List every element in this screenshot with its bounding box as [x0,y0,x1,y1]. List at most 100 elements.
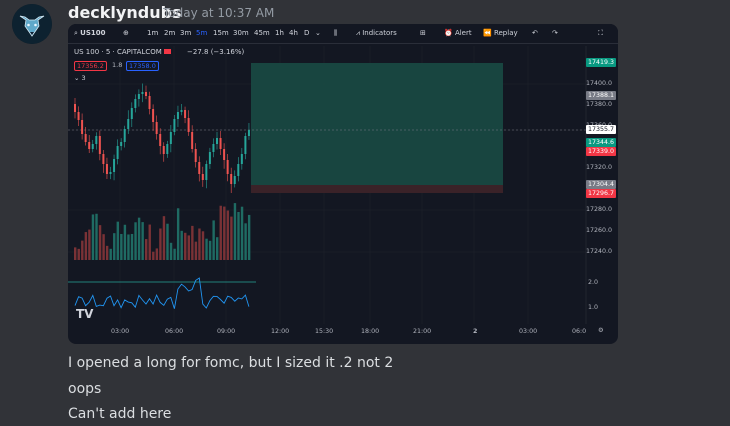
candle-body [216,138,218,144]
candle-body [95,136,98,144]
sell-price-box[interactable]: 17356.2 [74,61,107,71]
buy-price-box[interactable]: 17358.0 [126,61,159,71]
volume-bar [180,230,183,260]
long-target-zone[interactable] [251,63,503,185]
volume-bar [127,234,130,260]
volume-bar [226,210,230,260]
candle-body [187,118,190,132]
price-label-current: 17355.7 [586,125,616,134]
candle-body [145,92,147,96]
price-label: 17296.7 [586,189,616,198]
x-tick: 03:00 [111,328,130,335]
candle-body [137,94,140,99]
stop-loss-zone[interactable] [251,185,503,193]
candle-body [247,130,250,136]
candle-body [123,129,126,142]
volume-bar [137,217,141,260]
volume-bar [184,232,187,260]
x-tick: 03:00 [519,328,538,335]
candle-body [219,138,222,149]
y-tick: 1.0 [587,304,598,311]
y-tick: 17380.0 [585,101,612,108]
volume-bar [113,233,116,260]
volume-bar [173,248,176,260]
candle-body [180,110,183,112]
candle-body [244,136,247,154]
x-tick: 06:00 [165,328,184,335]
candle-body [166,144,169,154]
price-plot[interactable] [68,24,618,344]
volume-bar [84,232,88,260]
volume-bar [105,245,109,260]
price-label: 17419.3 [586,58,616,67]
candle-body [116,146,119,159]
candle-body [84,134,87,142]
volume-bar [116,221,119,260]
volume-bar [88,229,91,260]
message-line: I opened a long for fomc, but I sized it… [68,355,394,371]
candle-body [208,152,211,164]
price-label: 17339.0 [586,147,616,156]
x-tick: 09:00 [217,328,236,335]
volume-bar [162,216,166,260]
volume-bar [145,239,148,260]
volume-bar [152,251,155,260]
candle-body [77,112,80,120]
avatar[interactable] [12,4,52,44]
y-tick: 17240.0 [585,248,612,255]
candle-body [173,119,176,132]
y-tick: 17320.0 [585,164,612,171]
volume-bar [205,238,208,260]
y-tick: 17260.0 [585,227,612,234]
volume-bar [201,231,205,260]
candle-body [212,144,215,152]
volume-bar [95,213,98,260]
volume-bar [216,237,219,260]
spread-value: 1.8 [112,61,123,69]
x-tick: 21:00 [413,328,432,335]
oscillator-line [74,277,250,309]
candle-body [113,159,116,172]
volume-bar [74,247,77,260]
candle-body [191,132,194,149]
volume-bar [166,223,169,260]
candle-body [169,132,172,144]
candle-body [237,164,240,176]
y-tick: 17280.0 [585,206,612,213]
volume-bar [223,206,226,260]
volume-bar [159,228,162,260]
x-tick: 12:00 [271,328,290,335]
x-tick: 06:0 [572,328,587,335]
volume-bar [155,248,159,260]
message-line: oops [68,381,102,397]
volume-bar [81,240,84,260]
candle-body [88,142,91,149]
volume-bar [219,205,222,260]
volume-bar [102,234,105,260]
volume-bar [208,240,212,260]
candle-body [184,110,187,118]
candle-body [98,136,101,154]
volume-bar [194,241,198,260]
tradingview-logo[interactable]: TV [76,307,93,321]
chart-image[interactable]: ⌕ US100 ⊕ 1m 2m 3m 5m 15m 30m 45m 1h 4h … [68,24,618,344]
volume-bar [169,242,173,260]
settings-icon[interactable]: ⚙ [598,327,604,334]
candle-body [134,99,137,108]
x-tick: 2 [473,328,478,335]
price-label: 17304.4 [586,180,616,189]
volume-bar [187,235,190,260]
candle-body [91,144,94,149]
volume-bar [198,228,201,260]
volume-bar [148,224,151,260]
candle-body [120,142,123,146]
market-status-icon [163,49,171,54]
candle-body [205,164,208,180]
price-label: 17344.6 [586,138,616,147]
volume-bars [74,203,251,260]
volume-bar [77,248,80,260]
message-line: Can't add here [68,406,172,422]
volume-bar [237,211,240,260]
volume-bar [212,220,215,260]
volume-bar [233,203,237,260]
